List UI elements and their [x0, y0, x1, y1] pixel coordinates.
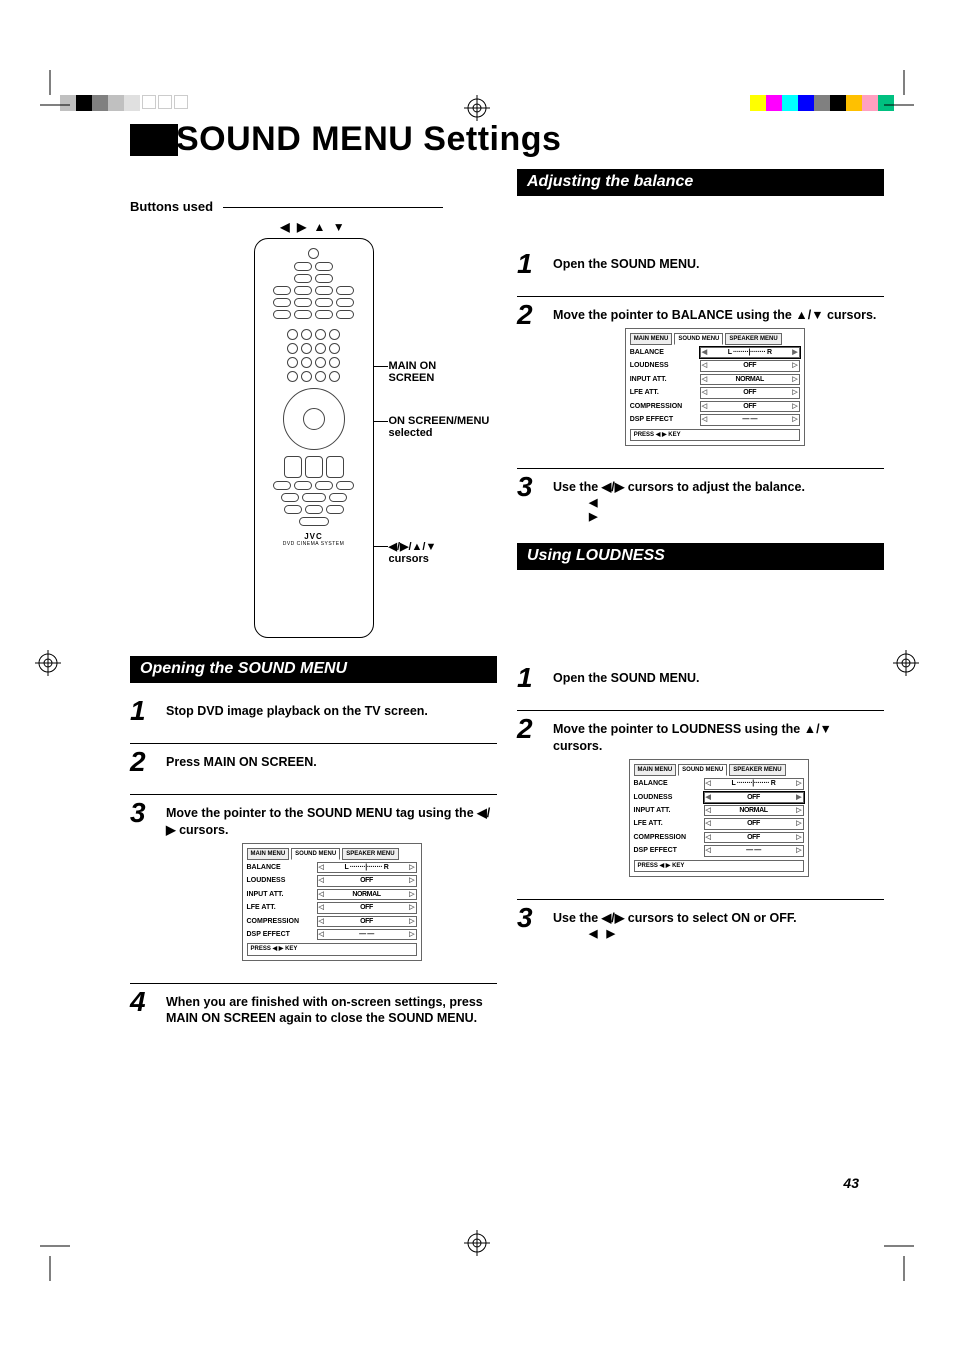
callout-main-on-screen: MAIN ON SCREEN [389, 360, 454, 384]
balance-cursor-glyphs: ◀▶ [589, 496, 805, 526]
loudness-cursor-glyphs: ◀ ▶ [589, 927, 797, 942]
remote-subtitle: DVD CINEMA SYSTEM [259, 541, 369, 547]
registration-target-bottom [464, 1230, 490, 1256]
opening-step-3: 3 Move the pointer to the SOUND MENU tag… [130, 794, 497, 965]
section-bar-loudness: Using LOUDNESS [517, 543, 884, 570]
callout-cursors: ◀/▶/▲/▼ cursors [389, 540, 454, 565]
registration-strip-left [60, 95, 188, 111]
remote-frame: JVC DVD CINEMA SYSTEM [254, 238, 374, 638]
sound-menu-graphic-opening: MAIN MENU SOUND MENU SPEAKER MENU BALANC… [242, 843, 422, 961]
sound-menu-graphic-balance: MAIN MENU SOUND MENU SPEAKER MENU BALANC… [625, 328, 805, 446]
balance-step-1: 1 Open the SOUND MENU. [517, 250, 884, 278]
remote-dpad [283, 388, 345, 450]
page-number: 43 [843, 1175, 859, 1191]
opening-step-2: 2 Press MAIN ON SCREEN. [130, 743, 497, 776]
crop-mark-top-right [884, 70, 924, 120]
remote-brand: JVC [259, 532, 369, 541]
opening-step-4: 4 When you are finished with on-screen s… [130, 983, 497, 1028]
balance-step-3: 3 Use the ◀/▶ cursors to adjust the bala… [517, 468, 884, 526]
remote-diagram: ◀ ▶ ▲ ▼ [174, 220, 454, 638]
loudness-step-1: 1 Open the SOUND MENU. [517, 664, 884, 692]
registration-target-right [893, 650, 919, 676]
registration-strip-right [750, 95, 894, 111]
loudness-step-2: 2 Move the pointer to LOUDNESS using the… [517, 710, 884, 881]
title-ornament [130, 124, 178, 156]
section-bar-opening: Opening the SOUND MENU [130, 656, 497, 683]
cursor-legend: ◀ ▶ ▲ ▼ [174, 220, 454, 234]
crop-mark-bottom-right [884, 1231, 924, 1281]
loudness-step-3: 3 Use the ◀/▶ cursors to select ON or OF… [517, 899, 884, 942]
buttons-used-label: Buttons used [130, 199, 497, 214]
crop-mark-bottom-left [30, 1231, 70, 1281]
registration-target-top [464, 95, 490, 121]
balance-step-2: 2 Move the pointer to BALANCE using the … [517, 296, 884, 450]
opening-step-1: 1 Stop DVD image playback on the TV scre… [130, 697, 497, 725]
buttons-used-rule [223, 207, 443, 208]
page-title-block: SOUND MENU Settings [130, 120, 884, 159]
section-bar-balance: Adjusting the balance [517, 169, 884, 196]
left-column: Buttons used ◀ ▶ ▲ ▼ [130, 199, 497, 1045]
registration-target-left [35, 650, 61, 676]
sound-menu-graphic-loudness: MAIN MENU SOUND MENU SPEAKER MENU BALANC… [629, 759, 809, 877]
crop-mark-top-left [30, 70, 70, 120]
right-column: Adjusting the balance 1 Open the SOUND M… [517, 199, 884, 1045]
page-title: SOUND MENU Settings [176, 120, 561, 159]
callout-on-screen-menu: ON SCREEN/MENU selected [389, 415, 499, 439]
